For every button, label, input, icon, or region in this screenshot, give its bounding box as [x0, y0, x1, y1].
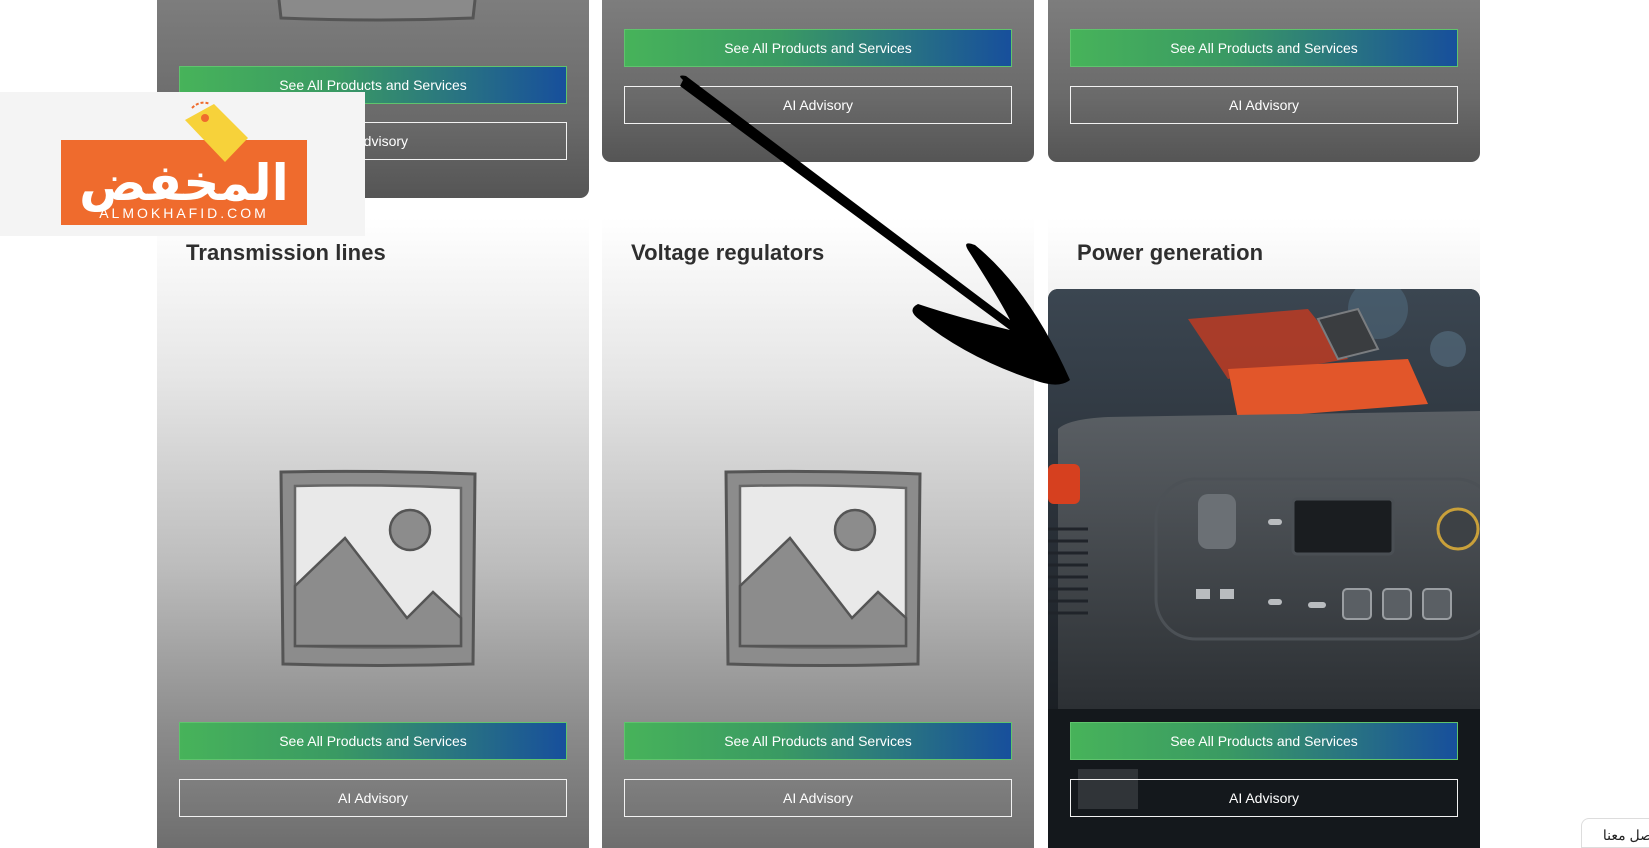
ai-advisory-button[interactable]: AI Advisory: [624, 86, 1012, 124]
logo-brand-text: المخفض: [79, 154, 289, 212]
product-card-top-3: See All Products and Services AI Advisor…: [1048, 0, 1480, 162]
product-card-voltage-regulators: Voltage regulators See All Products and …: [602, 218, 1034, 848]
placeholder-image-icon: [277, 0, 477, 22]
watermark-logo: المخفض ALMOKHAFID.COM: [0, 92, 365, 236]
ai-advisory-button[interactable]: AI Advisory: [624, 779, 1012, 817]
contact-us-tab[interactable]: اتصل معنا: [1581, 818, 1649, 848]
ai-advisory-button[interactable]: AI Advisory: [1070, 779, 1458, 817]
see-all-products-button[interactable]: See All Products and Services: [1070, 722, 1458, 760]
product-card-power-generation: Power generation See All Products and Se…: [1048, 218, 1480, 848]
ai-advisory-button[interactable]: AI Advisory: [179, 779, 567, 817]
product-card-top-2: See All Products and Services AI Advisor…: [602, 0, 1034, 162]
see-all-products-button[interactable]: See All Products and Services: [1070, 29, 1458, 67]
see-all-products-button[interactable]: See All Products and Services: [624, 29, 1012, 67]
placeholder-image-icon: [724, 469, 922, 667]
placeholder-image-icon: [279, 469, 477, 667]
logo-domain-text: ALMOKHAFID.COM: [99, 205, 269, 221]
card-title: Voltage regulators: [631, 240, 825, 265]
see-all-products-button[interactable]: See All Products and Services: [179, 722, 567, 760]
power-station-photo: [1048, 289, 1480, 848]
see-all-products-button[interactable]: See All Products and Services: [624, 722, 1012, 760]
ai-advisory-button[interactable]: AI Advisory: [1070, 86, 1458, 124]
product-card-transmission-lines: Transmission lines See All Products and …: [157, 218, 589, 848]
card-title: Transmission lines: [186, 240, 386, 265]
card-title: Power generation: [1077, 240, 1264, 265]
